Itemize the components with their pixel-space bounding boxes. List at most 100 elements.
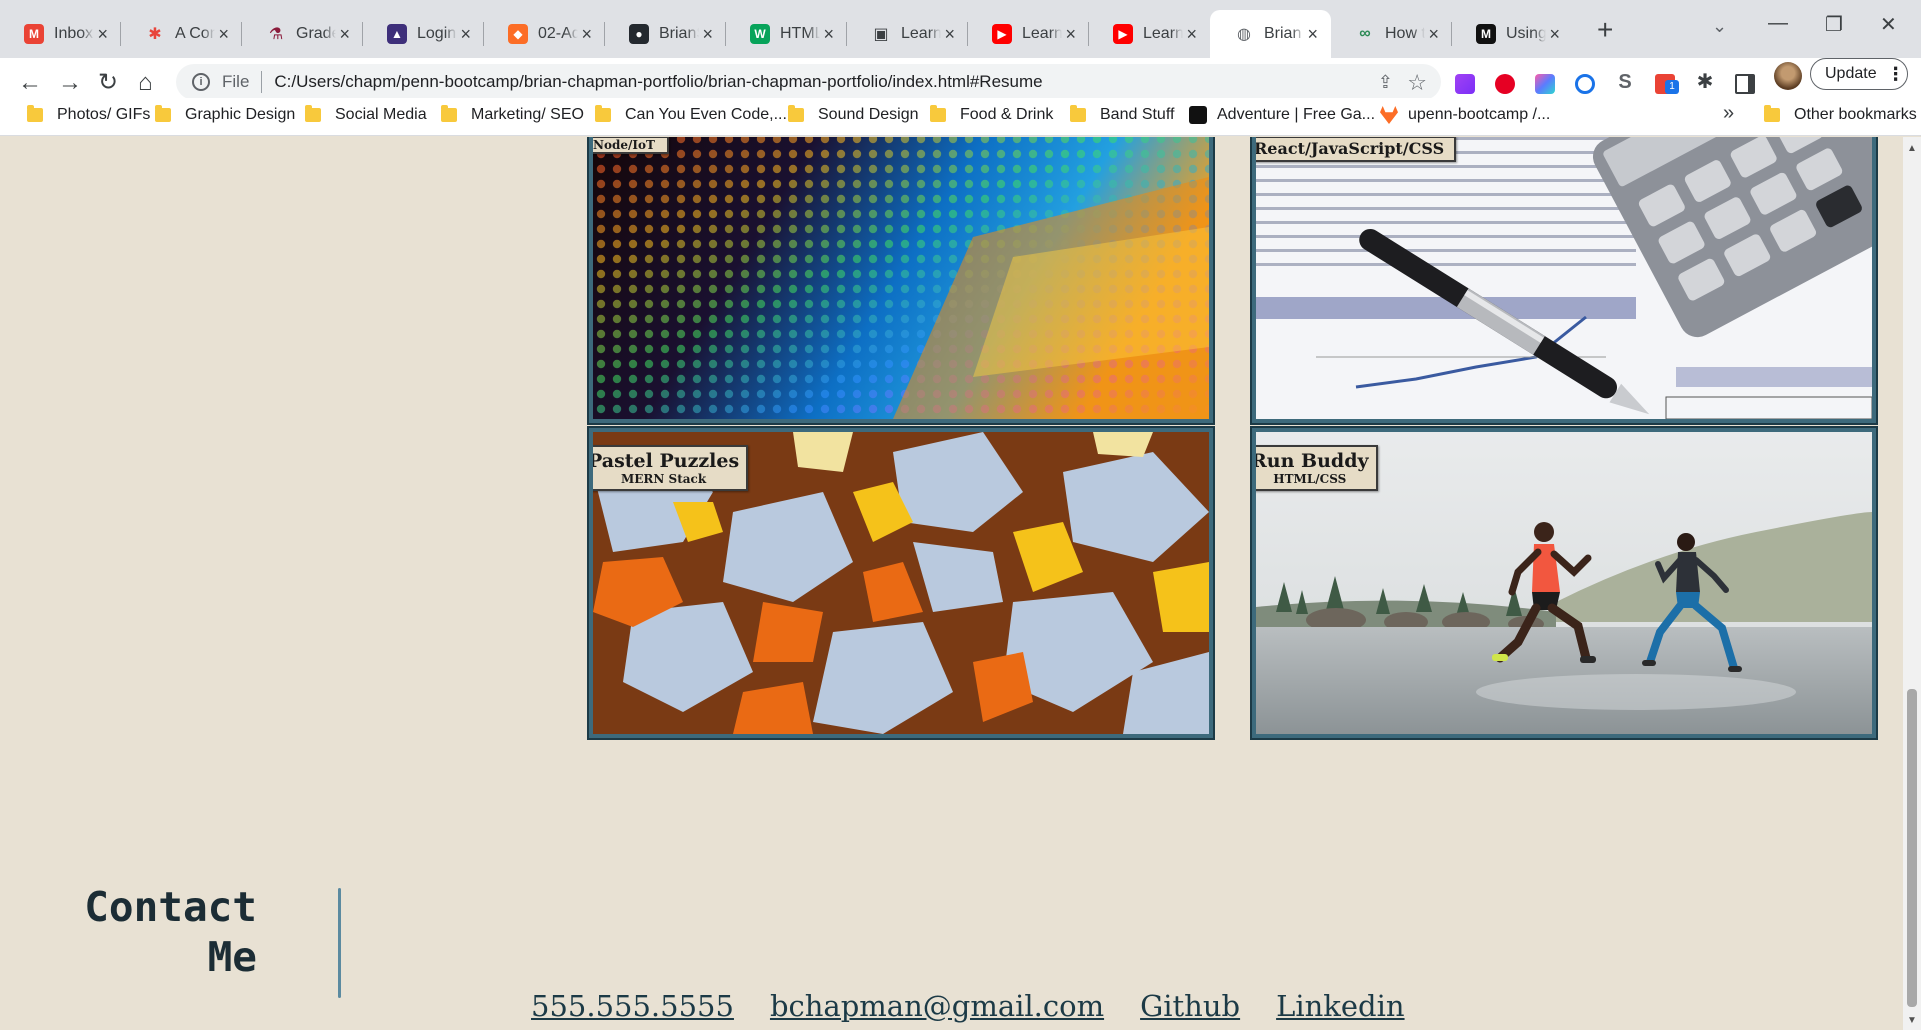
doc-icon: ▣ bbox=[873, 26, 889, 43]
browser-tab[interactable]: ▣ Learn × bbox=[847, 10, 968, 58]
bookmark-item[interactable]: upenn-bootcamp /... bbox=[1380, 106, 1550, 124]
tab-label: HTML bbox=[780, 25, 821, 42]
tab-label: Grade bbox=[296, 25, 337, 42]
browser-tab[interactable]: ◍ Brian × bbox=[1210, 10, 1331, 58]
project-label-pastel-puzzles: Pastel Puzzles MERN Stack bbox=[589, 445, 749, 491]
linkedin-link[interactable]: Linkedin bbox=[1276, 989, 1404, 1023]
tab-close-icon[interactable]: × bbox=[1062, 24, 1079, 45]
project-stack: MERN Stack bbox=[621, 472, 707, 486]
fgp-icon bbox=[1189, 106, 1207, 124]
extension-purple-icon[interactable] bbox=[1455, 74, 1475, 94]
tab-search-chevron-icon[interactable]: ⌄ bbox=[1712, 16, 1727, 37]
scroll-down-arrow-icon[interactable]: ▼ bbox=[1907, 1015, 1917, 1026]
bookmark-item[interactable]: Photos/ GIFs bbox=[27, 105, 151, 124]
gradient-extension-icon[interactable] bbox=[1535, 74, 1555, 94]
back-arrow-icon[interactable]: ← bbox=[18, 70, 42, 96]
tab-label: Login bbox=[417, 25, 457, 42]
github-link[interactable]: Github bbox=[1140, 989, 1240, 1023]
reload-icon[interactable]: ↻ bbox=[98, 70, 118, 96]
bookmark-item[interactable]: Sound Design bbox=[788, 105, 919, 124]
contact-heading: Contact Me bbox=[82, 882, 257, 982]
bookmark-label: Photos/ GIFs bbox=[57, 106, 151, 123]
project-stack: Node/IoT bbox=[593, 138, 655, 152]
tab-close-icon[interactable]: × bbox=[1183, 24, 1200, 45]
home-icon[interactable]: ⌂ bbox=[138, 70, 153, 96]
tab-label: Brian bbox=[1264, 25, 1302, 42]
url-text[interactable]: C:/Users/chapm/penn-bootcamp/brian-chapm… bbox=[274, 72, 1042, 92]
tab-close-icon[interactable]: × bbox=[1546, 24, 1563, 45]
portfolio-page: Node/IoT React/JavaScript/CSS Pastel Puz… bbox=[0, 137, 1903, 1030]
email-link[interactable]: bchapman@gmail.com bbox=[770, 989, 1104, 1023]
bookmark-item[interactable]: Adventure | Free Ga... bbox=[1189, 106, 1375, 124]
project-card-node-iot[interactable]: Node/IoT bbox=[589, 137, 1213, 423]
w-icon: W bbox=[750, 24, 770, 44]
gitlab-icon bbox=[1380, 106, 1398, 124]
side-panel-icon[interactable] bbox=[1735, 74, 1755, 94]
update-button[interactable]: Update ⋮ bbox=[1810, 58, 1908, 90]
folder-icon bbox=[788, 105, 804, 122]
browser-tab[interactable]: ▶ Learn × bbox=[968, 10, 1089, 58]
browser-tab[interactable]: ⚗ Grade × bbox=[242, 10, 363, 58]
phone-link[interactable]: 555.555.5555 bbox=[531, 989, 734, 1023]
browser-tab[interactable]: ▲ Login × bbox=[363, 10, 484, 58]
tab-close-icon[interactable]: × bbox=[1425, 24, 1442, 45]
bookmark-item[interactable]: Can You Even Code,... bbox=[595, 105, 787, 124]
tab-label: A Com bbox=[175, 25, 215, 42]
new-tab-button[interactable]: + bbox=[1597, 16, 1613, 44]
bookmark-item[interactable]: Band Stuff bbox=[1070, 105, 1175, 124]
bookmark-item[interactable]: Food & Drink bbox=[930, 105, 1053, 124]
tab-close-icon[interactable]: × bbox=[699, 24, 716, 45]
folder-icon bbox=[27, 105, 43, 122]
scroll-thumb[interactable] bbox=[1907, 689, 1917, 1007]
youtube-icon: ▶ bbox=[1113, 24, 1133, 44]
other-bookmarks[interactable]: Other bookmarks bbox=[1764, 105, 1917, 124]
tab-close-icon[interactable]: × bbox=[578, 24, 595, 45]
bookmark-item[interactable]: Social Media bbox=[305, 105, 427, 124]
address-bar[interactable]: i File C:/Users/chapm/penn-bootcamp/bria… bbox=[176, 64, 1441, 100]
bookmark-label: Adventure | Free Ga... bbox=[1217, 106, 1376, 123]
pinterest-icon[interactable] bbox=[1495, 74, 1515, 94]
s-extension-icon[interactable]: S bbox=[1615, 72, 1635, 92]
tab-close-icon[interactable]: × bbox=[94, 24, 111, 45]
forward-arrow-icon[interactable]: → bbox=[58, 70, 82, 96]
tab-close-icon[interactable]: × bbox=[1304, 24, 1321, 45]
project-card-run-buddy[interactable]: Run Buddy HTML/CSS bbox=[1252, 428, 1876, 738]
minimize-icon[interactable]: — bbox=[1768, 12, 1788, 35]
project-label-node-iot: Node/IoT bbox=[593, 137, 669, 154]
bookmark-label: Band Stuff bbox=[1100, 106, 1175, 123]
globe-icon: ◍ bbox=[1237, 26, 1251, 43]
tab-close-icon[interactable]: × bbox=[457, 24, 474, 45]
project-title: Pastel Puzzles bbox=[589, 450, 740, 472]
scroll-up-arrow-icon[interactable]: ▲ bbox=[1907, 143, 1917, 154]
project-card-react[interactable]: React/JavaScript/CSS bbox=[1252, 137, 1876, 423]
profile-avatar[interactable] bbox=[1774, 62, 1802, 90]
browser-tab[interactable]: ◆ 02-Ad × bbox=[484, 10, 605, 58]
bookmark-item[interactable]: Marketing/ SEO bbox=[441, 105, 584, 124]
page-scrollbar[interactable]: ▲ ▼ bbox=[1903, 137, 1921, 1030]
bookmarks-overflow-icon[interactable]: » bbox=[1723, 102, 1734, 125]
info-icon[interactable]: i bbox=[192, 73, 210, 91]
bookmark-label: Sound Design bbox=[818, 106, 919, 123]
browser-tab[interactable]: ● BrianS× bbox=[605, 10, 726, 58]
tab-close-icon[interactable]: × bbox=[941, 24, 958, 45]
puzzle-extensions-icon[interactable]: ✱ bbox=[1695, 72, 1715, 92]
bookmark-label: upenn-bootcamp /... bbox=[1408, 106, 1551, 123]
tab-close-icon[interactable]: × bbox=[215, 24, 232, 45]
browser-tab[interactable]: M Using × bbox=[1452, 10, 1573, 58]
browser-tab[interactable]: W HTML × bbox=[726, 10, 847, 58]
bookmark-item[interactable]: Graphic Design bbox=[155, 105, 295, 124]
tab-close-icon[interactable]: × bbox=[336, 24, 353, 45]
link-icon[interactable] bbox=[1575, 74, 1595, 94]
bookmark-star-icon[interactable]: ☆ bbox=[1407, 70, 1427, 96]
restore-icon[interactable]: ❐ bbox=[1825, 12, 1843, 37]
close-window-icon[interactable]: ✕ bbox=[1880, 12, 1897, 37]
menu-dots-icon[interactable]: ⋮ bbox=[1887, 64, 1905, 85]
browser-tab[interactable]: ▶ Learn × bbox=[1089, 10, 1210, 58]
browser-tab[interactable]: ✱ A Com× bbox=[121, 10, 242, 58]
bookmark-label: Marketing/ SEO bbox=[471, 106, 584, 123]
project-card-pastel-puzzles[interactable]: Pastel Puzzles MERN Stack bbox=[589, 428, 1213, 738]
share-icon[interactable]: ⇪ bbox=[1378, 72, 1393, 93]
tab-close-icon[interactable]: × bbox=[820, 24, 837, 45]
browser-tab[interactable]: M Inbox × bbox=[0, 10, 121, 58]
browser-tab[interactable]: ∞ How t × bbox=[1331, 10, 1452, 58]
